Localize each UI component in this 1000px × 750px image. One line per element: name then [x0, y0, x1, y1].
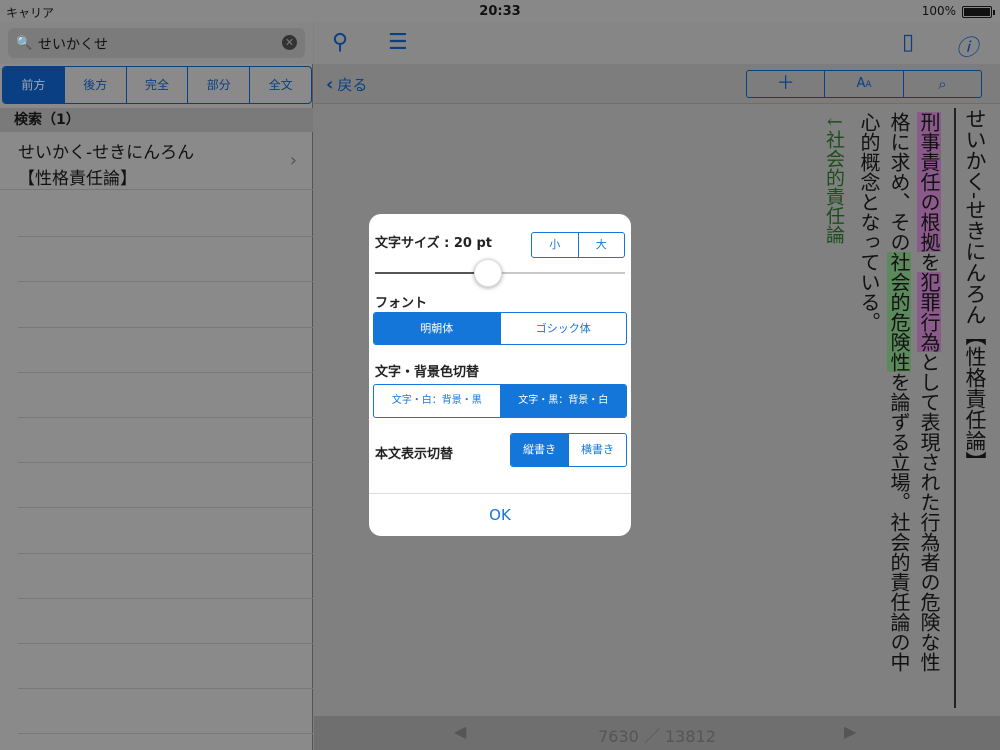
font-gothic-button[interactable]: ゴシック体	[499, 313, 627, 344]
results-header: 検索（1）	[0, 108, 313, 132]
search-icon[interactable]: ⚲	[332, 30, 348, 55]
font-size-stepper: 小 大	[531, 232, 625, 258]
next-page-icon[interactable]: ▶	[844, 722, 856, 741]
segment-exact[interactable]: 完全	[125, 67, 188, 103]
top-toolbar: ⚲ ☰ ▯ ⓘ	[314, 22, 1000, 64]
page-navigator: ◀ 7630 ／ 13812 ▶	[314, 716, 1000, 750]
highlight: 刑事責任の根拠	[917, 112, 941, 252]
status-time: 20:33	[479, 4, 521, 19]
entry-body: 刑事責任の根拠を犯罪行為として表現された行為者の危険な性格に求め、その社会的危険…	[857, 112, 941, 672]
highlight: 犯罪行為	[917, 272, 941, 352]
battery-percentage: 100%	[921, 4, 956, 18]
back-label: 戻る	[337, 76, 368, 94]
layout-label: 本文表示切替	[375, 447, 454, 462]
color-segmented-control: 文字・白：背景・黒 文字・黒：背景・白	[373, 384, 627, 418]
horizontal-layout-button[interactable]: 横書き	[568, 434, 626, 466]
book-icon[interactable]: ▯	[902, 30, 914, 55]
chevron-right-icon: ›	[289, 150, 297, 171]
font-size-icon[interactable]: AA	[824, 71, 902, 97]
font-smaller-button[interactable]: 小	[532, 233, 578, 257]
font-larger-button[interactable]: 大	[577, 233, 625, 257]
font-segmented-control: 明朝体 ゴシック体	[373, 312, 627, 345]
search-bar: 🔍 せいかくせ ✕	[0, 22, 313, 64]
display-settings-dialog: 文字サイズ : 20 pt 小 大 フォント 明朝体 ゴシック体 文字・背景色切…	[369, 214, 631, 536]
layout-segmented-control: 縦書き 横書き	[510, 433, 627, 467]
segment-fulltext[interactable]: 全文	[249, 67, 311, 103]
search-icon: 🔍	[16, 36, 33, 51]
list-item[interactable]: せいかく-せきにんろん 【性格責任論】 ›	[0, 134, 313, 190]
color-label: 文字・背景色切替	[375, 365, 480, 380]
color-white-on-black-button[interactable]: 文字・白：背景・黒	[374, 385, 500, 417]
add-bookmark-icon[interactable]: ＋	[747, 71, 824, 97]
empty-list-rows	[18, 192, 313, 735]
segment-partial[interactable]: 部分	[187, 67, 249, 103]
search-pane: 🔍 せいかくせ ✕ 前方 後方 完全 部分 全文 検索（1） せいかく-せきにん…	[0, 22, 313, 750]
entry-tools: ＋ AA ⌕	[746, 70, 982, 98]
color-black-on-white-button[interactable]: 文字・黒：背景・白	[499, 385, 626, 417]
result-headword: 【性格責任論】	[18, 169, 137, 189]
list-icon[interactable]: ☰	[388, 30, 408, 55]
back-button[interactable]: ‹ 戻る	[326, 74, 367, 95]
slider-fill	[375, 272, 488, 274]
result-reading: せいかく-せきにんろん	[18, 143, 195, 163]
page-number: 7630 ／ 13812	[598, 727, 716, 746]
segment-prefix[interactable]: 前方	[3, 67, 64, 103]
entry-title: せいかく-せきにんろん【性格責任論】	[954, 108, 990, 708]
battery-icon	[962, 6, 995, 18]
search-in-page-icon[interactable]: ⌕	[902, 71, 981, 97]
clear-search-icon[interactable]: ✕	[282, 35, 297, 50]
highlight: 社会的危険性	[887, 252, 911, 372]
info-icon[interactable]: ⓘ	[956, 30, 978, 62]
font-size-label: 文字サイズ : 20 pt	[375, 236, 492, 251]
entry-toolbar: ‹ 戻る ＋ AA ⌕	[314, 64, 1000, 104]
search-mode-segmented-control: 前方 後方 完全 部分 全文	[2, 66, 312, 104]
ok-button[interactable]: OK	[369, 493, 631, 536]
search-input[interactable]: 🔍 せいかくせ ✕	[8, 28, 305, 58]
segment-suffix[interactable]: 後方	[63, 67, 126, 103]
font-label: フォント	[375, 296, 428, 311]
slider-thumb[interactable]	[473, 259, 502, 287]
search-query: せいかくせ	[38, 37, 108, 53]
font-mincho-button[interactable]: 明朝体	[374, 313, 500, 344]
status-bar: キャリア 20:33 100%	[0, 0, 1000, 22]
vertical-layout-button[interactable]: 縦書き	[511, 434, 568, 466]
chevron-left-icon: ‹	[326, 74, 334, 95]
cross-reference-link[interactable]: ↓社会的責任論	[819, 114, 849, 314]
